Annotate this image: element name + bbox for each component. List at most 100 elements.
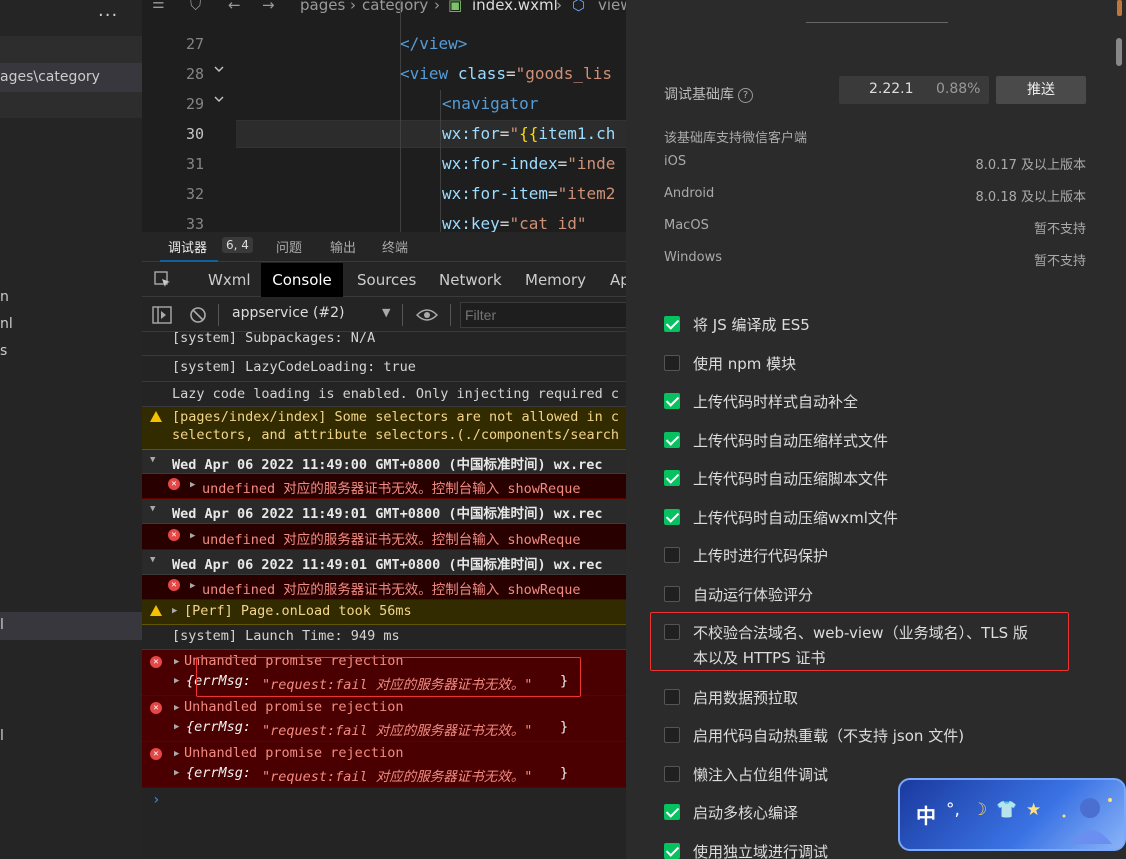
collapse-triangle-icon[interactable]: ▶ — [174, 676, 179, 686]
checkbox[interactable] — [664, 766, 680, 782]
base-library-label: 调试基础库? — [664, 84, 753, 104]
more-actions-icon[interactable]: ... — [98, 0, 118, 21]
collapse-triangle-icon[interactable]: ▶ — [174, 703, 179, 713]
code-line[interactable]: wx:key="cat_id" — [442, 214, 587, 232]
checkbox[interactable] — [664, 393, 680, 409]
star-icon[interactable]: ★ — [1026, 800, 1041, 820]
push-button[interactable]: 推送 — [996, 76, 1086, 104]
checkbox[interactable] — [664, 727, 680, 743]
forward-icon[interactable]: → — [262, 0, 275, 14]
explorer-fragment[interactable]: l — [0, 617, 4, 633]
console-warning[interactable]: [pages/index/index] Some selectors are n… — [142, 407, 626, 450]
divider — [402, 304, 403, 326]
fold-chevron-icon[interactable] — [214, 64, 224, 74]
breadcrumb: ☰ ⛉ ← → pages › category › ▣ index.wxml … — [142, 0, 626, 16]
console-error-rejection[interactable]: ✕ ▶ Unhandled promise rejection ▶ {errMs… — [142, 696, 626, 742]
list-icon[interactable]: ☰ — [152, 0, 165, 12]
checkbox[interactable] — [664, 804, 680, 820]
tab-output[interactable]: 输出 — [330, 237, 356, 256]
breadcrumb-item[interactable]: category — [362, 0, 428, 14]
explorer-fragment[interactable]: n — [0, 289, 9, 305]
checkbox[interactable] — [664, 509, 680, 525]
console-group-header[interactable]: ▼ Wed Apr 06 2022 11:49:01 GMT+0800 (中国标… — [142, 499, 626, 524]
code-line[interactable]: wx:for-index="inde — [442, 154, 615, 173]
checkbox[interactable] — [664, 586, 680, 602]
tab-wxml[interactable]: Wxml — [208, 263, 251, 297]
tab-terminal[interactable]: 终端 — [382, 237, 408, 256]
tab-debugger[interactable]: 调试器 — [168, 237, 207, 256]
explorer-selected-item-2[interactable] — [0, 612, 142, 640]
console-group-header[interactable]: ▼ Wed Apr 06 2022 11:49:00 GMT+0800 (中国标… — [142, 450, 626, 474]
checkbox[interactable] — [664, 432, 680, 448]
checkbox[interactable] — [664, 316, 680, 332]
expand-triangle-icon[interactable]: ▼ — [150, 504, 155, 514]
scrollbar-marker — [1117, 0, 1122, 16]
tab-network[interactable]: Network — [439, 263, 502, 297]
error-icon: ✕ — [150, 702, 162, 714]
console-message[interactable]: [system] Subpackages: N/A — [142, 332, 626, 356]
ime-mode-label[interactable]: 中 — [916, 800, 936, 829]
inspect-element-icon[interactable] — [154, 271, 172, 289]
console-message[interactable]: [system] Launch Time: 949 ms — [142, 625, 626, 650]
checkbox[interactable] — [664, 689, 680, 705]
code-line[interactable]: <view class="goods_lis — [400, 64, 612, 83]
collapse-triangle-icon[interactable]: ▶ — [174, 768, 179, 778]
console-error[interactable]: ✕ ▶ undefined 对应的服务器证书无效。控制台输入 showReque — [142, 575, 626, 600]
punctuation-icon[interactable]: °, — [946, 800, 960, 820]
breadcrumb-item[interactable]: index.wxml — [472, 0, 558, 14]
bookmark-icon[interactable]: ⛉ — [190, 0, 201, 14]
console-message[interactable]: [system] LazyCodeLoading: true — [142, 356, 626, 382]
checkbox[interactable] — [664, 547, 680, 563]
code-line[interactable]: </view> — [400, 34, 467, 53]
tab-console[interactable]: Console — [261, 263, 343, 297]
code-line[interactable]: wx:for="{{item1.ch — [442, 124, 615, 143]
platform-value: 8.0.18 及以上版本 — [975, 190, 1086, 205]
console-prompt[interactable]: › — [152, 792, 160, 808]
tab-sources[interactable]: Sources — [357, 263, 416, 297]
console-error[interactable]: ✕ ▶ undefined 对应的服务器证书无效。控制台输入 showReque — [142, 474, 626, 499]
expand-triangle-icon[interactable]: ▼ — [150, 555, 155, 565]
checkbox[interactable] — [664, 470, 680, 486]
console-toolbar: appservice (#2) ▼ — [142, 298, 626, 332]
collapse-triangle-icon[interactable]: ▶ — [174, 722, 179, 732]
settings-scrollbar[interactable] — [1116, 38, 1122, 66]
back-icon[interactable]: ← — [228, 0, 241, 14]
sidebar-toggle-icon[interactable] — [152, 306, 172, 324]
eye-icon[interactable] — [416, 307, 438, 323]
checkbox[interactable] — [664, 843, 680, 859]
console-error-rejection[interactable]: ✕ ▶ Unhandled promise rejection ▶ {errMs… — [142, 742, 626, 788]
context-select[interactable]: appservice (#2) — [232, 305, 345, 321]
explorer-fragment[interactable]: l — [0, 728, 4, 744]
collapse-triangle-icon[interactable]: ▶ — [174, 657, 179, 667]
code-editor[interactable]: ☰ ⛉ ← → pages › category › ▣ index.wxml … — [142, 0, 626, 232]
collapse-triangle-icon[interactable]: ▶ — [172, 606, 177, 616]
console-filter-input[interactable] — [460, 302, 626, 328]
help-icon[interactable]: ? — [738, 88, 753, 103]
collapse-triangle-icon[interactable]: ▶ — [174, 749, 179, 759]
code-line[interactable]: wx:for-item="item2 — [442, 184, 615, 203]
code-line[interactable]: <navigator — [442, 94, 538, 113]
collapse-triangle-icon[interactable]: ▶ — [190, 531, 195, 541]
tab-more[interactable]: Ap — [610, 263, 626, 297]
expand-triangle-icon[interactable]: ▼ — [150, 455, 155, 465]
base-library-select[interactable]: 2.22.1 0.88% — [839, 76, 989, 104]
console-error[interactable]: ✕ ▶ undefined 对应的服务器证书无效。控制台输入 showReque — [142, 524, 626, 550]
explorer-fragment[interactable]: s — [0, 343, 7, 359]
checkbox[interactable] — [664, 355, 680, 371]
collapse-triangle-icon[interactable]: ▶ — [190, 480, 195, 490]
clear-console-icon[interactable] — [189, 306, 207, 324]
dropdown-caret-icon[interactable]: ▼ — [382, 306, 390, 319]
tab-issues[interactable]: 问题 — [276, 237, 302, 256]
breadcrumb-item[interactable]: pages — [300, 0, 345, 14]
moon-icon[interactable]: ☽ — [972, 800, 987, 820]
collapse-triangle-icon[interactable]: ▶ — [190, 581, 195, 591]
breadcrumb-item[interactable]: view — [598, 0, 626, 14]
fold-chevron-icon[interactable] — [214, 94, 224, 104]
shirt-icon[interactable]: 👕 — [996, 800, 1017, 820]
explorer-fragment[interactable]: nl — [0, 316, 13, 332]
console-group-header[interactable]: ▼ Wed Apr 06 2022 11:49:01 GMT+0800 (中国标… — [142, 550, 626, 575]
tab-memory[interactable]: Memory — [525, 263, 586, 297]
console-message[interactable]: Lazy code loading is enabled. Only injec… — [142, 382, 626, 407]
ime-toolbar[interactable]: 中 °, ☽ 👕 ★ — [898, 778, 1126, 851]
console-warning[interactable]: ▶ [Perf] Page.onLoad took 56ms — [142, 600, 626, 625]
